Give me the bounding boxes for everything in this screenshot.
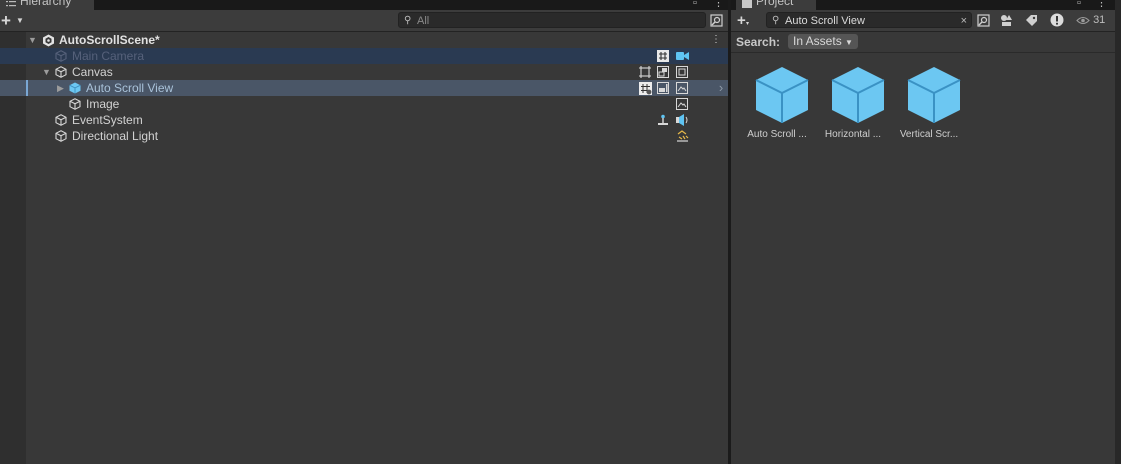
hierarchy-item-auto-scroll-view[interactable]: ▶ Auto Scroll View › <box>0 80 728 96</box>
filter-by-label-icon[interactable] <box>1023 12 1039 28</box>
hierarchy-search-input[interactable]: ⚲ All <box>398 12 706 28</box>
maximize-icon[interactable]: ▫ <box>1077 0 1081 9</box>
filter-by-type-icon[interactable] <box>998 12 1014 28</box>
scene-menu-icon[interactable]: ⋮ <box>709 33 723 47</box>
item-label: Main Camera <box>72 49 145 63</box>
project-panel: Project ▫ ⋮ + ▾ ⚲ Auto Scroll View × 31 <box>731 0 1115 464</box>
search-icon: ⚲ <box>404 15 412 26</box>
asset-name: Auto Scroll ... <box>747 129 807 140</box>
hierarchy-toolbar: + ▼ ⚲ All <box>0 10 728 32</box>
create-plus-button[interactable]: + <box>737 11 746 30</box>
chevron-down-icon: ▼ <box>845 38 853 47</box>
hierarchy-item-image[interactable]: Image <box>0 96 728 112</box>
project-search-bar: Search: In Assets ▼ <box>731 32 1115 53</box>
eye-icon <box>1076 14 1093 26</box>
selection-indicator <box>26 80 28 96</box>
kebab-menu-icon[interactable]: ⋮ <box>713 0 724 9</box>
warning-filter-icon[interactable] <box>1049 12 1065 28</box>
collapse-arrow-icon[interactable]: ▶ <box>57 80 64 96</box>
gameobject-icon <box>55 66 67 78</box>
item-label: Canvas <box>72 65 113 79</box>
canvas-scaler-icon <box>656 65 670 79</box>
prefab-cube-icon <box>755 67 809 123</box>
visibility-count: 31 <box>1093 14 1106 26</box>
create-dropdown-icon[interactable]: ▼ <box>16 16 24 25</box>
gameobject-icon <box>69 98 81 110</box>
prefab-cube-icon <box>907 67 961 123</box>
search-icon: ⚲ <box>772 15 780 26</box>
item-label: Directional Light <box>72 129 159 143</box>
item-label: EventSystem <box>72 113 143 127</box>
scroll-rect-icon <box>656 81 670 95</box>
scene-name: AutoScrollScene* <box>59 33 160 47</box>
script-icon <box>638 81 652 95</box>
prefab-icon <box>69 82 81 94</box>
maximize-icon[interactable]: ▫ <box>693 0 697 9</box>
kebab-menu-icon[interactable]: ⋮ <box>1096 0 1107 9</box>
expand-arrow-icon[interactable]: ▼ <box>42 64 51 80</box>
hierarchy-tab-title: Hierarchy <box>20 0 72 8</box>
project-search-value: Auto Scroll View <box>785 15 865 27</box>
unity-scene-icon <box>41 33 55 47</box>
item-label: Image <box>86 97 120 111</box>
image-component-icon <box>675 97 689 111</box>
asset-tile[interactable]: Auto Scroll ... <box>739 66 815 146</box>
item-label: Auto Scroll View <box>86 81 174 95</box>
clear-search-icon[interactable]: × <box>961 13 967 29</box>
list-icon <box>6 0 16 7</box>
project-tab-strip: Project ▫ ⋮ <box>731 0 1115 10</box>
scene-row[interactable]: ▼ AutoScrollScene* ⋮ <box>0 32 728 48</box>
create-dropdown-icon[interactable]: ▾ <box>746 20 749 27</box>
search-scope-value: In Assets <box>793 34 842 48</box>
search-scope-dropdown[interactable]: In Assets ▼ <box>788 34 858 49</box>
asset-name: Horizontal ... <box>824 129 882 140</box>
hierarchy-item-canvas[interactable]: ▼ Canvas <box>0 64 728 80</box>
create-plus-button[interactable]: + <box>1 11 11 30</box>
hierarchy-item-event-system[interactable]: EventSystem <box>0 112 728 128</box>
event-system-icon <box>656 113 670 127</box>
search-by-type-icon[interactable] <box>708 12 724 28</box>
hierarchy-search-placeholder: All <box>417 15 430 27</box>
canvas-icon <box>675 65 689 79</box>
project-toolbar: + ▾ ⚲ Auto Scroll View × 31 <box>731 10 1115 32</box>
hierarchy-item-main-camera[interactable]: Main Camera <box>0 48 728 64</box>
camera-icon <box>675 49 689 63</box>
search-scope-label: Search: <box>736 35 781 49</box>
light-icon <box>675 129 689 143</box>
expand-arrow-icon[interactable]: ▼ <box>28 32 37 48</box>
project-tab[interactable]: Project <box>736 0 816 10</box>
visibility-toggle[interactable]: 31 <box>1076 14 1105 26</box>
gameobject-icon <box>55 50 67 62</box>
search-by-type-icon[interactable] <box>975 12 991 28</box>
gameobject-icon <box>55 114 67 126</box>
image-component-icon <box>675 81 689 95</box>
asset-tile[interactable]: Vertical Scr... <box>891 66 967 146</box>
gameobject-icon <box>55 130 67 142</box>
prefab-cube-icon <box>831 67 885 123</box>
project-tab-title: Project <box>756 0 794 8</box>
window-edge <box>1115 0 1121 464</box>
hierarchy-item-directional-light[interactable]: Directional Light <box>0 128 728 144</box>
asset-name: Vertical Scr... <box>899 129 959 140</box>
asset-tile[interactable]: Horizontal ... <box>815 66 891 146</box>
hierarchy-panel: Hierarchy ▫ ⋮ + ▼ ⚲ All ▼ AutoScrollScen… <box>0 0 728 464</box>
hierarchy-tab[interactable]: Hierarchy <box>0 0 94 10</box>
hierarchy-tab-strip: Hierarchy ▫ ⋮ <box>0 0 728 10</box>
grid-layer-icon <box>656 49 670 63</box>
input-module-icon <box>675 113 689 127</box>
chevron-right-icon[interactable]: › <box>714 80 728 95</box>
folder-icon <box>742 0 752 8</box>
project-search-input[interactable]: ⚲ Auto Scroll View × <box>766 12 972 28</box>
rect-transform-icon <box>638 65 652 79</box>
